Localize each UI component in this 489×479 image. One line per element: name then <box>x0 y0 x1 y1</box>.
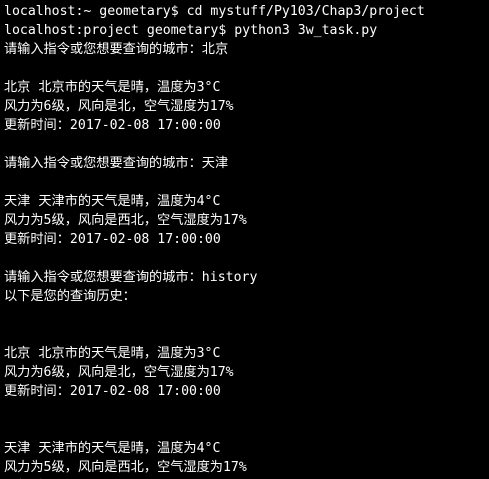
terminal-line: 北京 北京市的天气是晴，温度为3°C <box>4 80 221 95</box>
terminal-output: localhost:~ geometary$ cd mystuff/Py103/… <box>4 2 489 479</box>
terminal-line: 更新时间：2017-02-08 17:00:00 <box>4 118 221 133</box>
terminal-line: 北京 北京市的天气是晴，温度为3°C <box>4 346 221 361</box>
terminal-line: 请输入指令或您想要查询的城市：history <box>4 270 258 285</box>
terminal-line: 天津 天津市的天气是晴，温度为4°C <box>4 194 221 209</box>
terminal-line: 风力为6级，风向是北，空气湿度为17% <box>4 365 234 380</box>
terminal-line: localhost:~ geometary$ cd mystuff/Py103/… <box>4 4 425 19</box>
terminal-line: 天津 天津市的天气是晴，温度为4°C <box>4 441 221 456</box>
terminal-line: 更新时间：2017-02-08 17:00:00 <box>4 384 221 399</box>
terminal-line: 风力为5级，风向是西北，空气湿度为17% <box>4 460 247 475</box>
terminal-line: 请输入指令或您想要查询的城市：天津 <box>4 156 229 171</box>
terminal-line: localhost:project geometary$ python3 3w_… <box>4 23 378 38</box>
terminal-line: 以下是您的查询历史： <box>4 289 136 304</box>
terminal-line: 风力为6级，风向是北，空气湿度为17% <box>4 99 234 114</box>
terminal-line: 请输入指令或您想要查询的城市：北京 <box>4 42 229 57</box>
terminal-window[interactable]: localhost:~ geometary$ cd mystuff/Py103/… <box>0 0 489 479</box>
terminal-line: 风力为5级，风向是西北，空气湿度为17% <box>4 213 247 228</box>
terminal-line: 更新时间：2017-02-08 17:00:00 <box>4 232 221 247</box>
